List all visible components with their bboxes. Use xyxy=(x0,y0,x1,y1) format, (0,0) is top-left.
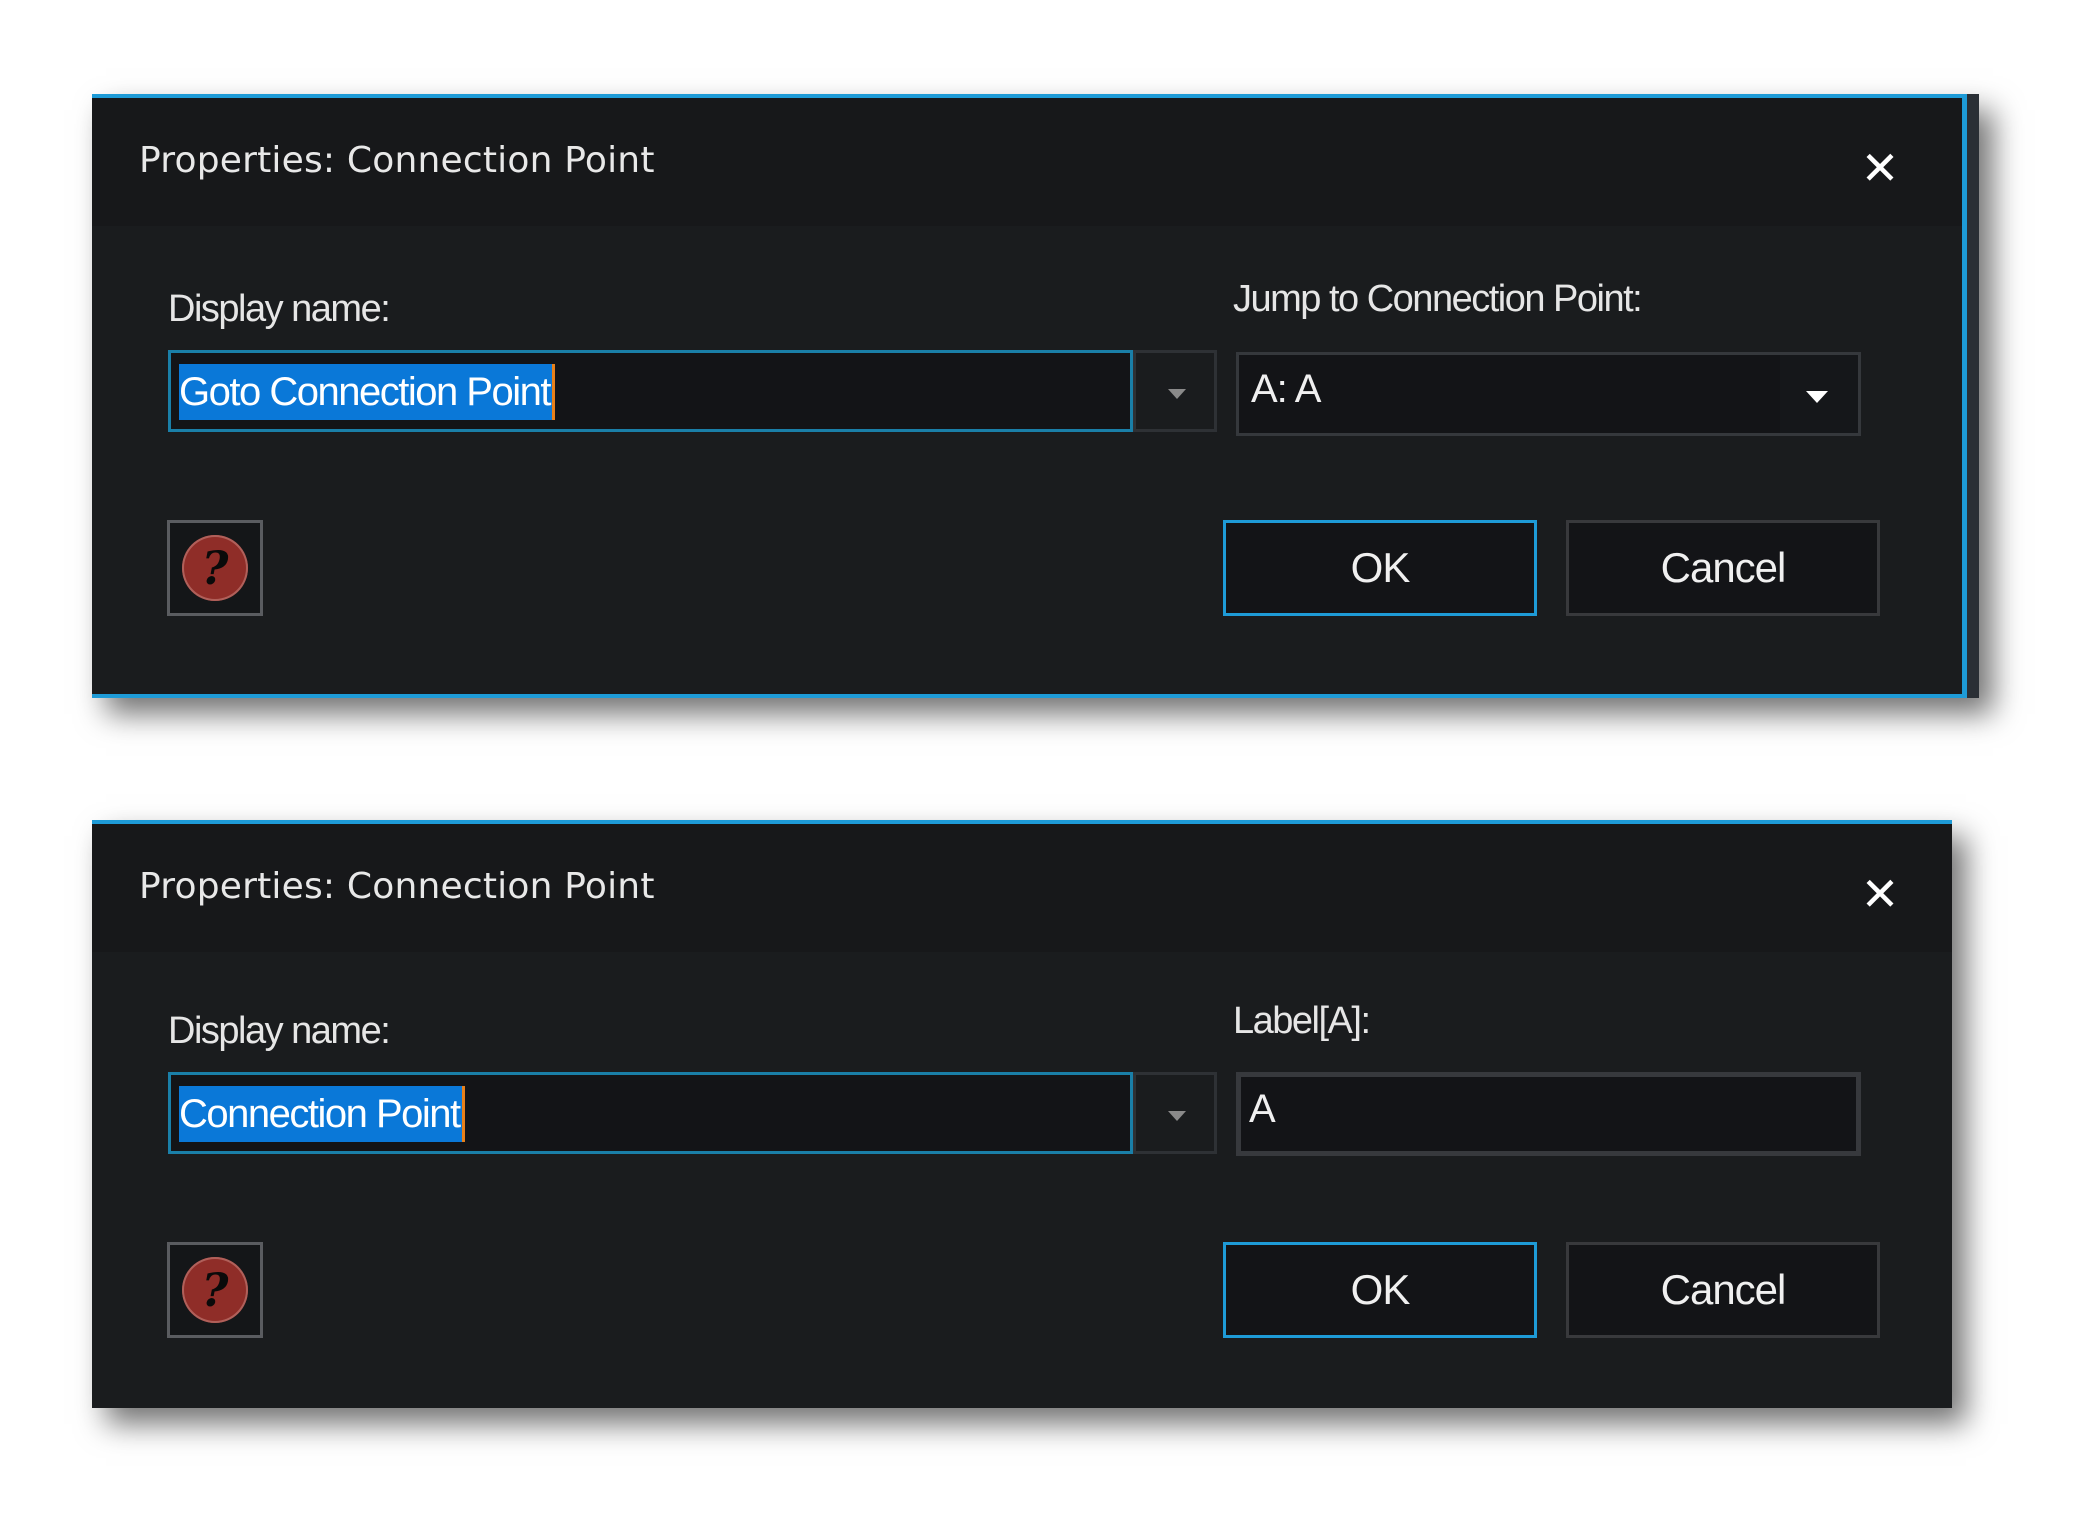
help-button[interactable]: ? xyxy=(167,520,263,616)
display-name-label: Display name: xyxy=(168,288,391,330)
label-a-input[interactable]: A xyxy=(1236,1072,1861,1156)
jump-to-value: A: A xyxy=(1251,367,1321,411)
display-name-input[interactable]: Connection Point xyxy=(168,1072,1133,1154)
display-name-value: Connection Point xyxy=(179,1086,465,1142)
label-a-value: A xyxy=(1249,1087,1276,1131)
jump-to-connection-point-combo[interactable]: A: A xyxy=(1236,352,1861,436)
close-icon[interactable]: ✕ xyxy=(1850,138,1910,198)
chevron-down-icon xyxy=(1168,1111,1186,1121)
cancel-button[interactable]: Cancel xyxy=(1566,520,1880,616)
title-bar[interactable]: Properties: Connection Point ✕ xyxy=(92,98,1979,226)
title-bar[interactable]: Properties: Connection Point ✕ xyxy=(92,824,1952,952)
ok-button[interactable]: OK xyxy=(1223,1242,1537,1338)
display-name-input[interactable]: Goto Connection Point xyxy=(168,350,1133,432)
display-name-label: Display name: xyxy=(168,1010,391,1052)
display-name-dropdown-button[interactable] xyxy=(1133,1072,1217,1154)
display-name-value: Goto Connection Point xyxy=(179,364,555,420)
window-edge xyxy=(1962,94,1979,698)
chevron-down-icon xyxy=(1168,389,1186,399)
close-icon[interactable]: ✕ xyxy=(1850,864,1910,924)
display-name-dropdown-button[interactable] xyxy=(1133,350,1217,432)
help-icon: ? xyxy=(182,1257,248,1323)
help-icon: ? xyxy=(182,535,248,601)
label-a-label: Label[A]: xyxy=(1233,1000,1371,1042)
help-button[interactable]: ? xyxy=(167,1242,263,1338)
ok-button[interactable]: OK xyxy=(1223,520,1537,616)
dialog-title: Properties: Connection Point xyxy=(139,140,655,181)
chevron-down-icon xyxy=(1806,391,1828,403)
jump-to-label: Jump to Connection Point: xyxy=(1233,278,1643,320)
properties-dialog-goto: Properties: Connection Point ✕ Display n… xyxy=(92,94,1979,698)
dialog-title: Properties: Connection Point xyxy=(139,866,655,907)
properties-dialog-label: Properties: Connection Point ✕ Display n… xyxy=(92,820,1952,1408)
cancel-button[interactable]: Cancel xyxy=(1566,1242,1880,1338)
